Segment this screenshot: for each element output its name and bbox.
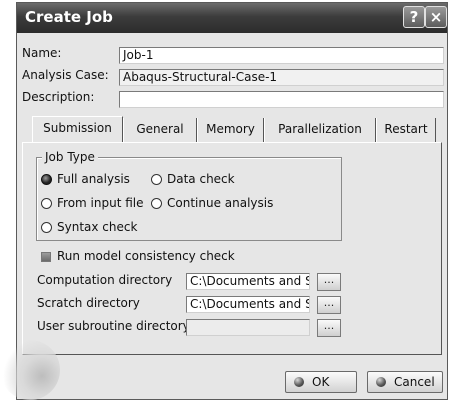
user-subroutine-browse-button[interactable]: ... [317,319,341,337]
user-subroutine-directory-field[interactable] [186,319,310,336]
close-button[interactable]: × [425,6,447,28]
tab-restart[interactable]: Restart [376,118,436,142]
name-label: Name: [22,46,62,60]
name-field[interactable]: Job-1 [119,47,444,64]
computation-browse-button[interactable]: ... [317,273,341,291]
ok-icon [294,377,304,387]
syntax-check-label: Syntax check [57,220,138,234]
computation-directory-field[interactable]: C:\Documents and S [186,273,310,290]
scratch-directory-label: Scratch directory [37,296,140,310]
cancel-button[interactable]: Cancel [367,371,443,393]
decorative-swirl [0,340,60,400]
cancel-label: Cancel [394,375,435,389]
tab-general[interactable]: General [123,118,197,142]
radio-full-analysis[interactable] [41,174,52,185]
scratch-browse-button[interactable]: ... [317,296,341,314]
continue-analysis-label: Continue analysis [167,196,274,210]
computation-directory-label: Computation directory [37,273,173,287]
tab-memory[interactable]: Memory [197,118,264,142]
consistency-check-checkbox[interactable] [41,252,51,262]
analysis-case-field[interactable]: Abaqus-Structural-Case-1 [119,69,444,86]
title-bar[interactable]: Create Job ? × [17,3,447,33]
dialog-title: Create Job [25,8,113,26]
scratch-directory-field[interactable]: C:\Documents and S [186,296,310,313]
radio-data-check[interactable] [151,174,162,185]
description-label: Description: [22,90,95,104]
cancel-icon [376,377,386,387]
radio-from-input-file[interactable] [41,198,52,209]
user-subroutine-directory-label: User subroutine directory [37,319,190,333]
from-input-file-label: From input file [57,196,144,210]
full-analysis-label: Full analysis [57,172,130,186]
radio-syntax-check[interactable] [41,222,52,233]
analysis-case-label: Analysis Case: [22,68,109,82]
consistency-check-label: Run model consistency check [57,249,235,263]
ok-button[interactable]: OK [285,371,357,393]
tab-parallelization[interactable]: Parallelization [264,118,376,142]
job-type-legend: Job Type [42,150,98,164]
help-button[interactable]: ? [403,6,425,28]
description-field[interactable] [119,91,444,108]
data-check-label: Data check [167,172,235,186]
tab-submission[interactable]: Submission [32,116,123,142]
radio-continue-analysis[interactable] [151,198,162,209]
ok-label: OK [312,375,330,389]
